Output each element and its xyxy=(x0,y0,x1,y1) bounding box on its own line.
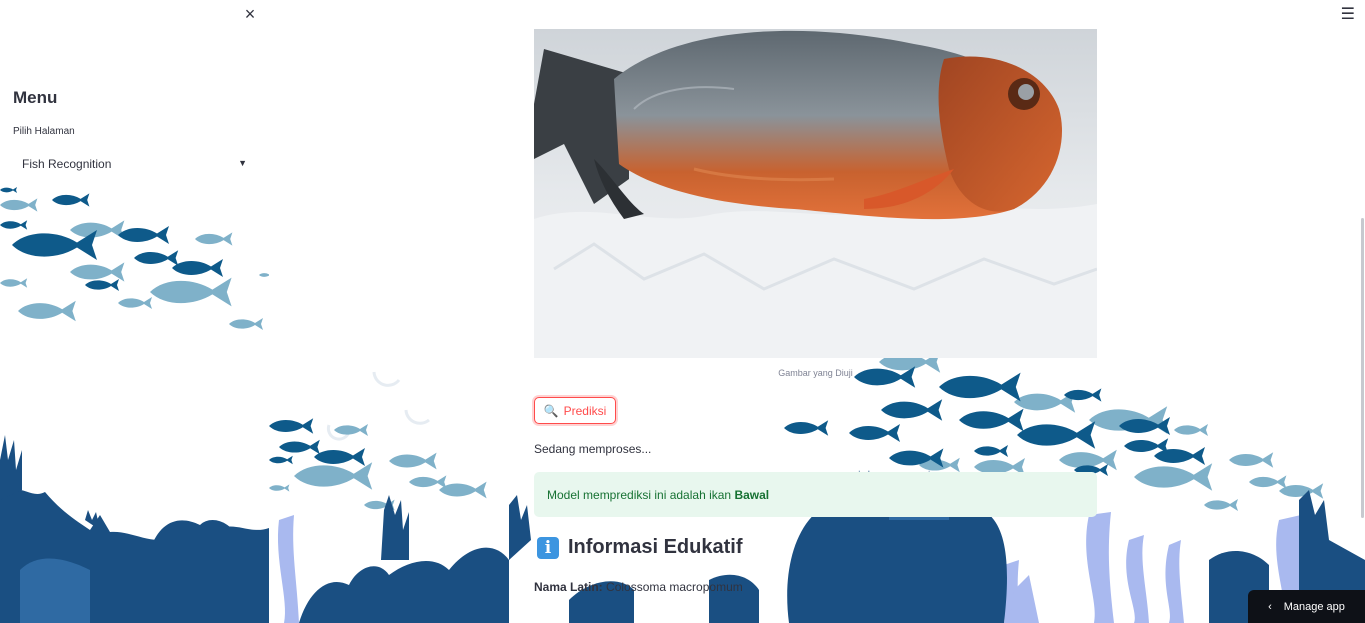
coral-reef-illustration xyxy=(0,435,269,623)
manage-app-label: Manage app xyxy=(1283,600,1345,613)
prediction-success-alert: Model memprediksi ini adalah ikan Bawal xyxy=(534,472,1097,517)
prediction-result-prefix: Model memprediksi ini adalah ikan xyxy=(547,488,732,502)
predict-button-label: Prediksi xyxy=(563,403,607,418)
sidebar: × Menu Pilih Halaman Fish Recognition ▼ xyxy=(0,0,269,623)
fish-school-illustration xyxy=(0,187,269,330)
chevron-left-icon: ‹ xyxy=(1268,600,1272,613)
manage-app-button[interactable]: ‹ Manage app xyxy=(1248,590,1365,623)
predict-button[interactable]: 🔍 Prediksi xyxy=(534,397,616,424)
page-select[interactable]: Fish Recognition ▼ xyxy=(13,148,253,180)
latin-name-label: Nama Latin: xyxy=(534,580,603,594)
edu-info-heading: i Informasi Edukatif xyxy=(537,536,742,559)
latin-name-value: Colossoma macropomum xyxy=(606,580,743,594)
sidebar-menu-title: Menu xyxy=(13,88,58,107)
page-select-label: Pilih Halaman xyxy=(13,126,75,137)
main-content: ☰ Gambar yang Diuji 🔍 Prediksi Sedang me… xyxy=(269,0,1365,623)
processing-status: Sedang memproses... xyxy=(534,442,652,456)
scrollbar[interactable] xyxy=(1361,218,1364,518)
magnifier-icon: 🔍 xyxy=(543,403,559,418)
main-menu-icon[interactable]: ☰ xyxy=(1341,4,1355,24)
edu-info-title: Informasi Edukatif xyxy=(568,536,743,558)
tested-fish-image xyxy=(534,29,1097,358)
latin-name-line: Nama Latin: Colossoma macropomum xyxy=(534,580,743,594)
page-select-value: Fish Recognition xyxy=(22,157,112,171)
information-icon: i xyxy=(537,536,559,559)
image-caption: Gambar yang Diuji xyxy=(778,368,853,378)
chevron-down-icon: ▼ xyxy=(238,158,247,168)
prediction-result-fish: Bawal xyxy=(734,488,770,502)
close-sidebar-icon[interactable]: × xyxy=(241,5,259,23)
